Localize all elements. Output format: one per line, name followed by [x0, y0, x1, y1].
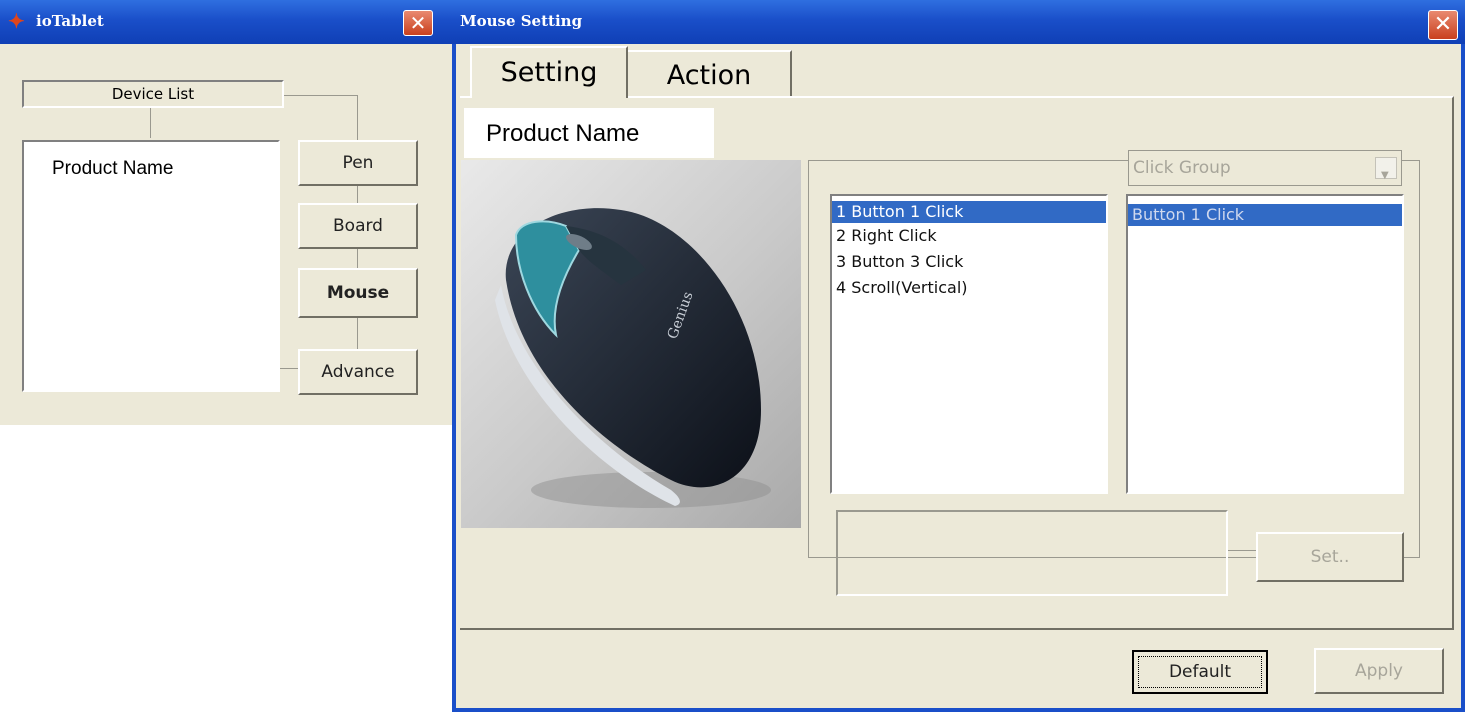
- click-group-select[interactable]: Click Group ▼: [1128, 150, 1402, 186]
- apply-button-label: Apply: [1355, 661, 1403, 681]
- default-button-label: Default: [1168, 662, 1232, 682]
- list-item-scroll-vertical[interactable]: 4 Scroll(Vertical): [832, 275, 1106, 301]
- list-item-action-button-1[interactable]: Button 1 Click: [1128, 204, 1402, 226]
- iotablet-close-button[interactable]: ✕: [403, 10, 433, 36]
- description-box: [836, 510, 1228, 596]
- tab-setting[interactable]: Setting: [470, 46, 628, 98]
- iotablet-window: ✦ ioTablet ✕ Device List Product Name Pe…: [0, 0, 452, 425]
- tab-action-label: Action: [666, 60, 752, 91]
- mouse-icon: Genius: [495, 208, 771, 508]
- mouse-setting-titlebar[interactable]: Mouse Setting ✕: [452, 0, 1465, 44]
- list-item-right-click[interactable]: 2 Right Click: [832, 223, 1106, 249]
- action-list[interactable]: Button 1 Click: [1126, 194, 1404, 494]
- app-logo-icon: ✦: [8, 9, 25, 33]
- chevron-down-icon: ▼: [1381, 170, 1389, 181]
- connector-line: [150, 108, 151, 138]
- close-icon: ✕: [409, 11, 427, 35]
- default-button[interactable]: Default: [1132, 650, 1268, 694]
- set-button[interactable]: Set..: [1256, 532, 1404, 582]
- tab-setting-label: Setting: [500, 57, 598, 88]
- board-button[interactable]: Board: [298, 203, 418, 249]
- tab-action[interactable]: Action: [628, 50, 792, 96]
- mouse-button[interactable]: Mouse: [298, 268, 418, 318]
- mouse-setting-window: Mouse Setting ✕ Setting Action Product N…: [452, 0, 1465, 712]
- advance-button[interactable]: Advance: [298, 349, 418, 395]
- connector-line: [1228, 550, 1258, 551]
- set-button-label: Set..: [1310, 547, 1350, 567]
- device-list-label-box: Device List: [22, 80, 284, 108]
- mouse-setting-title: Mouse Setting: [460, 12, 583, 30]
- device-list-label: Device List: [111, 85, 195, 103]
- iotablet-titlebar[interactable]: ✦ ioTablet ✕: [0, 0, 452, 44]
- connector-line: [280, 368, 300, 369]
- pen-button[interactable]: Pen: [298, 140, 418, 186]
- apply-button[interactable]: Apply: [1314, 648, 1444, 694]
- list-item-button-3[interactable]: 3 Button 3 Click: [832, 249, 1106, 275]
- default-button-focus: Default: [1138, 656, 1262, 688]
- iotablet-title: ioTablet: [36, 12, 104, 30]
- button-list[interactable]: 1 Button 1 Click 2 Right Click 3 Button …: [830, 194, 1108, 494]
- mouse-product-image: Genius: [461, 160, 801, 528]
- list-item-button-1[interactable]: 1 Button 1 Click: [832, 201, 1106, 223]
- device-list-item[interactable]: Product Name: [52, 158, 173, 180]
- dropdown-button[interactable]: ▼: [1375, 157, 1397, 181]
- mouse-setting-close-button[interactable]: ✕: [1428, 10, 1458, 40]
- close-icon: ✕: [1433, 12, 1453, 37]
- product-name-label: Product Name: [464, 108, 714, 158]
- device-list[interactable]: Product Name: [22, 140, 280, 392]
- click-group-select-value: Click Group: [1133, 158, 1231, 178]
- connector-line: [284, 95, 358, 96]
